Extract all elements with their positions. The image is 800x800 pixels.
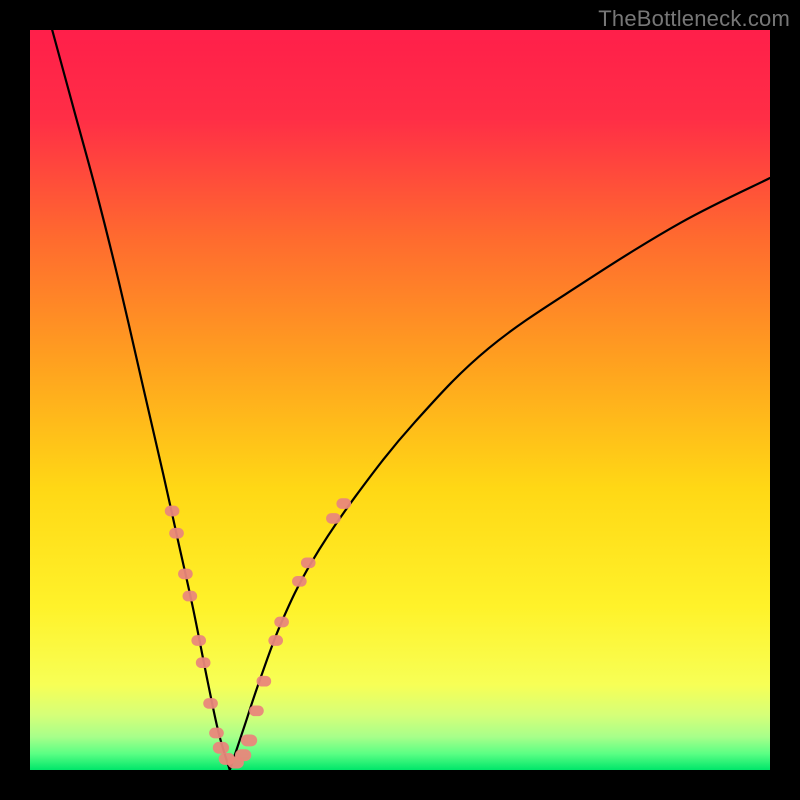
marker-point [241,734,257,746]
marker-point [178,569,193,580]
marker-point [196,657,211,668]
chart-svg [30,30,770,770]
marker-point [169,528,184,539]
marker-point [209,728,224,739]
marker-point [203,698,218,709]
marker-point [292,576,307,587]
marker-point [249,705,264,716]
marker-point [165,506,180,517]
plot-area [30,30,770,770]
marker-point [268,635,283,646]
marker-point [257,676,272,687]
marker-point [274,617,289,628]
marker-point [213,742,229,754]
marker-point [336,498,351,509]
gradient-background [30,30,770,770]
marker-point [326,513,341,524]
chart-frame: TheBottleneck.com [0,0,800,800]
watermark-text: TheBottleneck.com [598,6,790,32]
marker-point [191,635,206,646]
marker-point [235,749,251,761]
marker-point [183,591,198,602]
marker-point [301,557,316,568]
